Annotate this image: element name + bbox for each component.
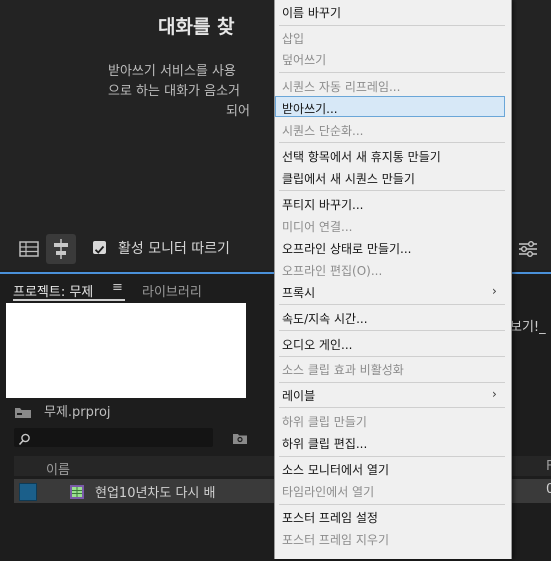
folder-icon (14, 404, 32, 423)
menu-item-transcribe[interactable]: 받아쓰기... (282, 100, 338, 117)
panel-menu-icon[interactable]: ≡ (112, 280, 123, 295)
menu-item-open-in-source-monitor[interactable]: 소스 모니터에서 열기 (282, 461, 389, 478)
menu-item-edit-subclip[interactable]: 하위 클립 편집... (282, 435, 367, 452)
menu-separator (279, 330, 505, 331)
transcript-description-line: 받아쓰기 서비스를 사용 (108, 64, 236, 79)
menu-item-overwrite[interactable]: 덮어쓰기 (282, 51, 326, 68)
menu-item-audio-gain[interactable]: 오디오 게인... (282, 336, 352, 353)
menu-separator (279, 456, 505, 457)
menu-separator (279, 190, 505, 191)
transcript-heading: 대화를 찾 (158, 16, 235, 38)
menu-item-insert[interactable]: 삽입 (282, 30, 304, 47)
project-file-name: 무제.prproj (44, 405, 111, 420)
menu-separator (279, 504, 505, 505)
menu-item-new-sequence-from-clip[interactable]: 클립에서 새 시퀀스 만들기 (282, 170, 415, 187)
align-center-icon[interactable] (46, 234, 76, 264)
menu-item-clear-poster-frame[interactable]: 포스터 프레임 지우기 (282, 531, 389, 548)
menu-separator (279, 304, 505, 305)
grid-view-icon[interactable] (16, 236, 42, 262)
menu-item-disable-source-effects[interactable]: 소스 클립 효과 비활성화 (282, 361, 404, 378)
menu-item-proxy[interactable]: 프록시 (282, 284, 315, 301)
menu-separator (279, 142, 505, 143)
truncated-label: 보기!_ (510, 320, 546, 335)
active-tab-underline (13, 299, 125, 301)
label-color-swatch[interactable] (19, 483, 37, 501)
new-search-bin-icon[interactable] (232, 430, 248, 449)
transcript-description-line: 되어 (226, 104, 250, 119)
search-icon (18, 431, 31, 450)
menu-item-rename[interactable]: 이름 바꾸기 (282, 4, 341, 21)
menu-item-new-bin-from-selection[interactable]: 선택 항목에서 새 휴지통 만들기 (282, 148, 441, 165)
submenu-arrow-icon: › (492, 387, 497, 401)
menu-separator (279, 356, 505, 357)
preview-thumbnail (6, 303, 246, 398)
sequence-icon (69, 484, 85, 504)
item-value-fragment: 0 (546, 482, 551, 497)
settings-sliders-icon[interactable] (515, 236, 541, 262)
menu-item-edit-offline[interactable]: 오프라인 편집(O)... (282, 262, 382, 279)
menu-separator (279, 382, 505, 383)
menu-item-auto-reframe[interactable]: 시퀀스 자동 리프레임... (282, 78, 400, 95)
menu-item-simplify-sequence[interactable]: 시퀀스 단순화... (282, 122, 364, 139)
menu-item-link-media[interactable]: 미디어 연결... (282, 218, 352, 235)
menu-item-set-poster-frame[interactable]: 포스터 프레임 설정 (282, 509, 378, 526)
menu-item-open-in-timeline[interactable]: 타임라인에서 열기 (282, 483, 374, 500)
column-name-header[interactable]: 이름 (46, 459, 70, 478)
tab-library[interactable]: 라이브러리 (142, 281, 202, 300)
menu-separator (279, 72, 505, 73)
item-name[interactable]: 현업10년차도 다시 배 (95, 482, 216, 501)
submenu-arrow-icon: › (492, 284, 497, 298)
search-input[interactable] (14, 428, 213, 447)
follow-monitor-label[interactable]: 활성 모니터 따르기 (118, 238, 230, 258)
menu-item-replace-footage[interactable]: 푸티지 바꾸기... (282, 196, 364, 213)
follow-monitor-checkbox[interactable] (93, 241, 106, 254)
menu-item-make-offline[interactable]: 오프라인 상태로 만들기... (282, 240, 411, 257)
menu-item-make-subclip[interactable]: 하위 클립 만들기 (282, 413, 367, 430)
transcript-description-line: 으로 하는 대화가 음소거 (108, 84, 240, 99)
tab-project[interactable]: 프로젝트: 무제 (13, 281, 93, 300)
menu-item-speed-duration[interactable]: 속도/지속 시간... (282, 310, 368, 327)
menu-separator (279, 407, 505, 408)
column-header-fragment[interactable]: F (546, 459, 551, 474)
menu-item-label[interactable]: 레이블 (282, 387, 315, 404)
menu-separator (279, 25, 505, 26)
